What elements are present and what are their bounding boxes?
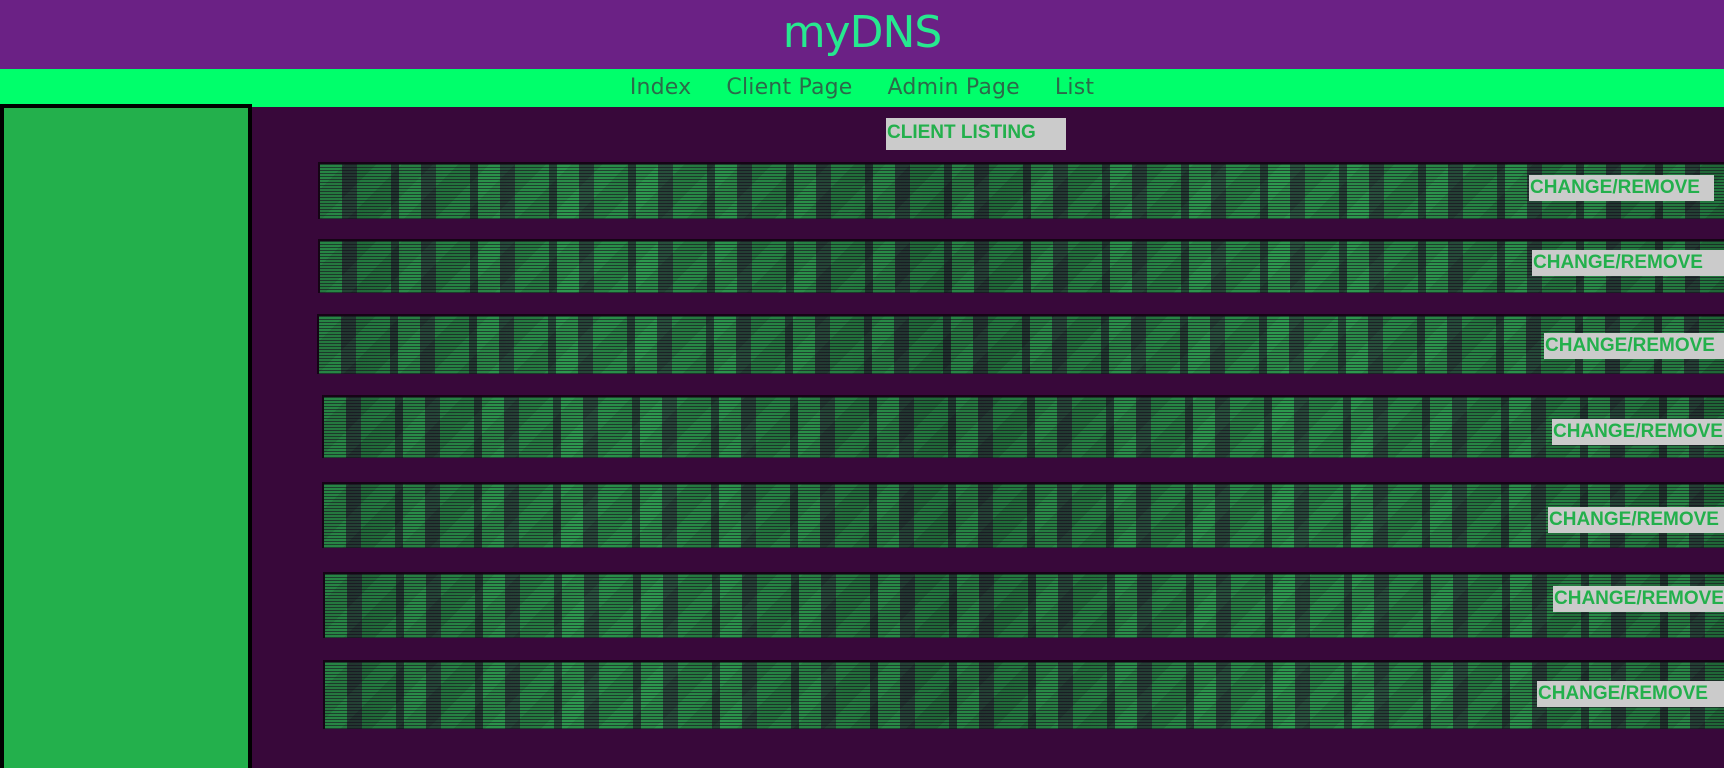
nav-link-admin-page[interactable]: Admin Page bbox=[888, 69, 1020, 107]
client-row bbox=[318, 162, 1724, 219]
sidebar bbox=[0, 104, 252, 768]
client-row bbox=[323, 660, 1724, 729]
change-remove-button[interactable]: CHANGE/REMOVE bbox=[1553, 586, 1724, 612]
nav-link-client-page[interactable]: Client Page bbox=[726, 69, 852, 107]
client-row bbox=[317, 314, 1724, 374]
change-remove-button[interactable]: CHANGE/REMOVE bbox=[1544, 333, 1724, 359]
client-listing-heading: CLIENT LISTING bbox=[886, 118, 1066, 150]
change-remove-button[interactable]: CHANGE/REMOVE bbox=[1529, 175, 1714, 201]
main-nav: Index Client Page Admin Page List bbox=[0, 69, 1724, 107]
site-title: myDNS bbox=[782, 7, 943, 58]
change-remove-button[interactable]: CHANGE/REMOVE bbox=[1537, 681, 1724, 707]
client-row bbox=[323, 572, 1724, 638]
nav-link-list[interactable]: List bbox=[1055, 69, 1094, 107]
change-remove-button[interactable]: CHANGE/REMOVE bbox=[1532, 250, 1724, 276]
nav-link-index[interactable]: Index bbox=[630, 69, 692, 107]
client-row bbox=[318, 239, 1724, 293]
change-remove-button[interactable]: CHANGE/REMOVE bbox=[1548, 507, 1724, 533]
change-remove-button[interactable]: CHANGE/REMOVE bbox=[1552, 419, 1724, 445]
client-row bbox=[322, 395, 1724, 458]
client-row bbox=[322, 482, 1724, 548]
site-header: myDNS bbox=[0, 0, 1724, 69]
